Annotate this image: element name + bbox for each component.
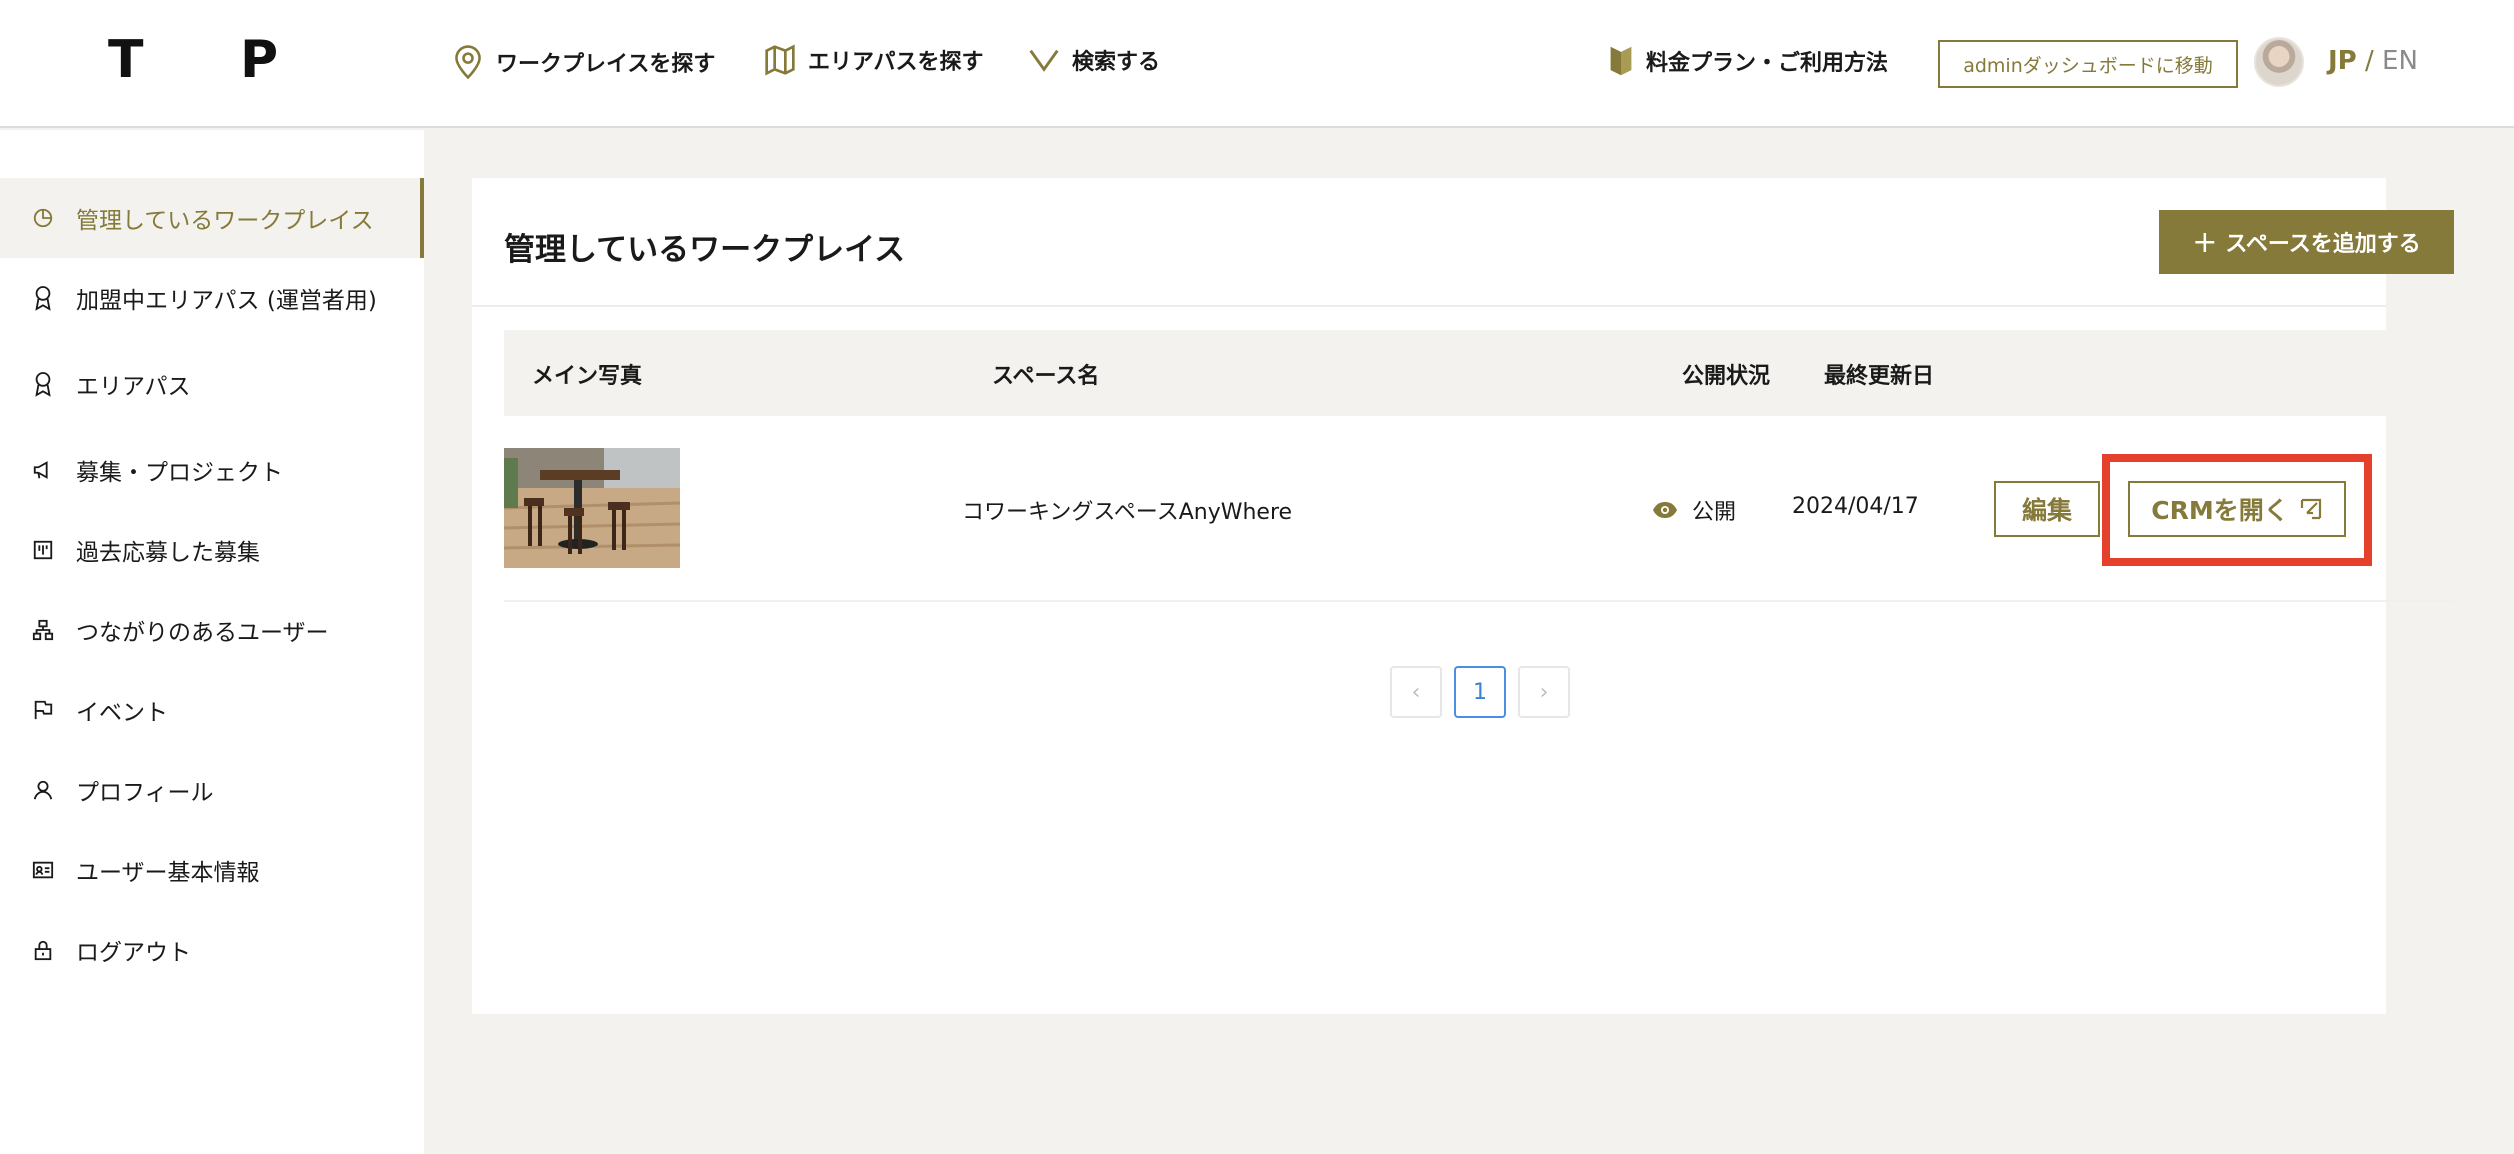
sidebar-item-area-pass[interactable]: エリアパス [0, 344, 424, 424]
logo-left[interactable]: T [108, 30, 143, 90]
nav-find-workplace[interactable]: ワークプレイスを探す [452, 44, 715, 80]
flag-icon [34, 700, 53, 720]
column-header-updated: 最終更新日 [1824, 364, 1935, 389]
open-crm-button[interactable]: CRMを開く [2128, 481, 2346, 537]
avatar[interactable] [2254, 37, 2304, 87]
beginner-mark-icon [1610, 46, 1632, 76]
pie-chart-icon [33, 208, 53, 228]
sidebar-item-label: 募集・プロジェクト [76, 460, 283, 486]
sidebar-item-label: イベント [76, 700, 168, 726]
nav-search-label: 検索する [1072, 50, 1161, 75]
sidebar: 管理しているワークプレイス 加盟中エリアパス (運営者用) エリアパス 募集・プ… [0, 130, 424, 1154]
nav-find-workplace-label: ワークプレイスを探す [496, 52, 716, 77]
admin-dashboard-button[interactable]: adminダッシュボードに移動 [1938, 40, 2238, 88]
sidebar-item-profile[interactable]: プロフィール [0, 750, 424, 830]
sidebar-item-connected-users[interactable]: つながりのあるユーザー [0, 590, 424, 670]
workplace-card: 管理しているワークプレイス + スペースを追加する メイン写真 スペース名 公開… [472, 178, 2454, 1014]
id-card-icon [32, 861, 54, 879]
award-icon [35, 286, 51, 311]
sidebar-item-label: 管理しているワークプレイス [76, 208, 374, 234]
megaphone-icon [33, 461, 48, 479]
pagination-prev-button[interactable]: ‹ [1390, 666, 1442, 718]
map-icon [765, 44, 795, 76]
eye-icon [1653, 502, 1677, 518]
language-switcher: JP / EN [2328, 46, 2418, 76]
network-icon [32, 619, 54, 641]
pagination-page-1[interactable]: 1 [1454, 666, 1506, 718]
sidebar-item-label: ユーザー基本情報 [76, 860, 260, 886]
sidebar-item-joined-area-pass[interactable]: 加盟中エリアパス (運営者用) [0, 258, 424, 338]
top-header: T P ワークプレイスを探す エリアパスを探す 検索する 料金プラン・ご利用方法… [0, 0, 2514, 128]
award-icon [35, 372, 51, 397]
nav-plans[interactable]: 料金プラン・ご利用方法 [1608, 44, 1888, 78]
column-header-name: スペース名 [992, 364, 1100, 389]
nav-search[interactable]: 検索する [1028, 44, 1160, 76]
sidebar-item-recruitment[interactable]: 募集・プロジェクト [0, 430, 424, 510]
sidebar-item-label: 過去応募した募集 [76, 540, 260, 566]
lang-separator: / [2356, 46, 2383, 76]
card-divider [472, 305, 2386, 307]
row-divider [504, 600, 2454, 602]
column-header-photo: メイン写真 [532, 364, 643, 389]
sidebar-item-label: つながりのあるユーザー [76, 620, 329, 646]
page-title: 管理しているワークプレイス [504, 232, 906, 268]
publish-status: 公開 [1652, 494, 1736, 526]
space-main-photo [504, 448, 680, 568]
sidebar-item-past-applications[interactable]: 過去応募した募集 [0, 510, 424, 590]
logo-right[interactable]: P [240, 30, 278, 90]
add-space-label: スペースを追加する [2225, 232, 2421, 257]
map-pin-icon [455, 45, 481, 80]
sidebar-item-logout[interactable]: ログアウト [0, 910, 424, 990]
sidebar-item-label: エリアパス [76, 374, 191, 400]
pagination-next-button[interactable]: › [1518, 666, 1570, 718]
nav-find-area-pass[interactable]: エリアパスを探す [764, 44, 984, 76]
chevron-down-icon [1029, 49, 1059, 72]
nav-plans-label: 料金プラン・ご利用方法 [1646, 51, 1889, 76]
nav-find-area-pass-label: エリアパスを探す [808, 50, 984, 75]
publish-status-label: 公開 [1692, 500, 1737, 525]
sidebar-item-managed-workplaces[interactable]: 管理しているワークプレイス [0, 178, 424, 258]
lang-jp[interactable]: JP [2328, 46, 2357, 76]
space-name[interactable]: コワーキングスペースAnyWhere [962, 494, 1292, 526]
column-header-status: 公開状況 [1682, 364, 1771, 389]
board-icon [33, 540, 53, 560]
sidebar-item-label: 加盟中エリアパス (運営者用) [76, 288, 377, 314]
lock-icon [34, 940, 52, 961]
table-header: メイン写真 スペース名 公開状況 最終更新日 [504, 330, 2454, 416]
last-updated-date: 2024/04/17 [1792, 494, 1919, 519]
external-link-icon [2300, 498, 2321, 520]
sidebar-item-label: ログアウト [76, 940, 191, 966]
plus-icon: + [2192, 224, 2218, 260]
user-icon [33, 780, 53, 800]
lang-en[interactable]: EN [2382, 46, 2418, 76]
sidebar-item-user-info[interactable]: ユーザー基本情報 [0, 830, 424, 910]
open-crm-label: CRMを開く [2151, 496, 2289, 525]
sidebar-item-events[interactable]: イベント [0, 670, 424, 750]
edit-button[interactable]: 編集 [1994, 481, 2100, 537]
sidebar-item-label: プロフィール [76, 780, 214, 806]
add-space-button[interactable]: + スペースを追加する [2159, 210, 2454, 274]
